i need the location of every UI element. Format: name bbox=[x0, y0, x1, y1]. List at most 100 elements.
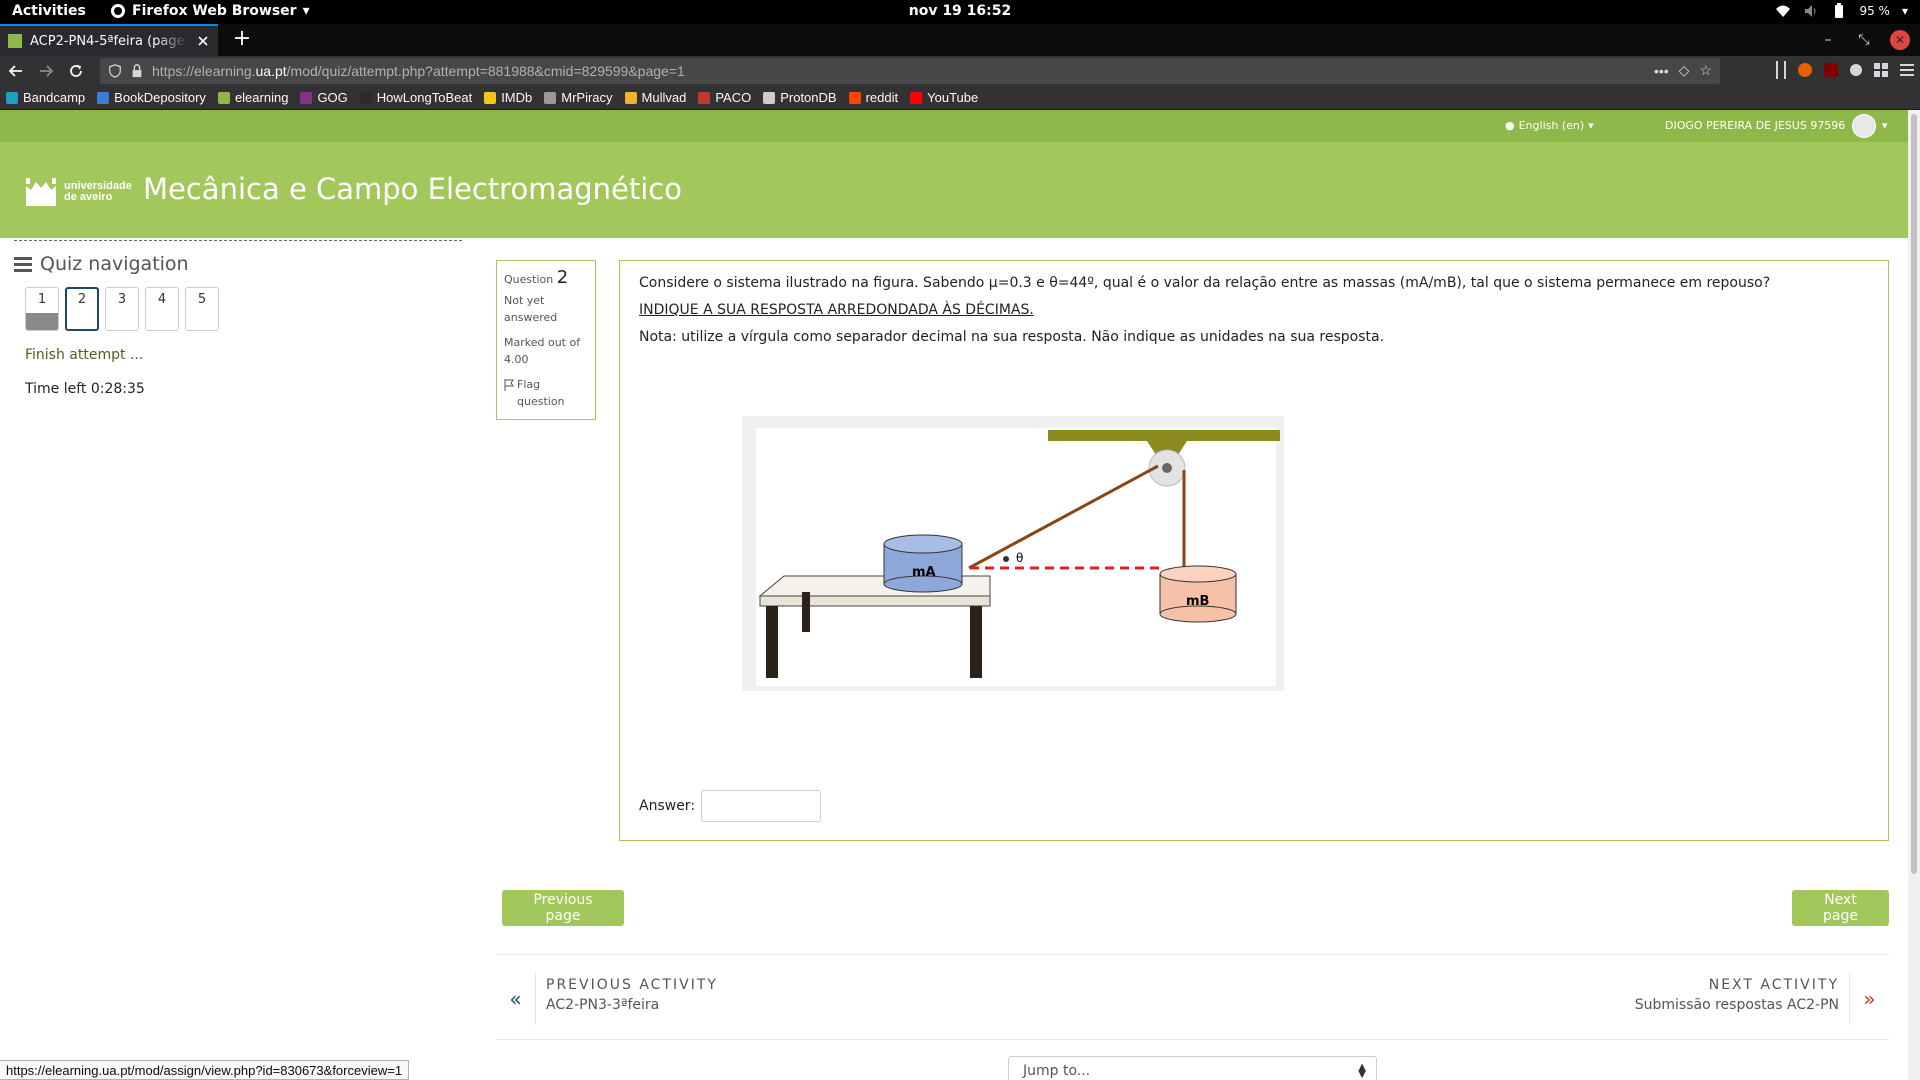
page-scrollbar[interactable] bbox=[1908, 110, 1920, 1080]
bookmark-item[interactable]: YouTube bbox=[910, 90, 978, 105]
question-number: 2 bbox=[556, 267, 569, 288]
scrollbar-thumb[interactable] bbox=[1911, 114, 1917, 874]
question-number: 3 bbox=[117, 292, 127, 307]
wifi-icon bbox=[1776, 5, 1791, 17]
elearning-favicon-icon bbox=[8, 34, 22, 48]
extensions-grid-icon[interactable] bbox=[1874, 63, 1888, 77]
bookmark-item[interactable]: ProtonDB bbox=[763, 90, 837, 105]
battery-icon bbox=[1835, 3, 1844, 18]
flag-label: Flag question bbox=[517, 378, 565, 408]
toolbar-extensions bbox=[1776, 61, 1914, 79]
bookmark-item[interactable]: IMDb bbox=[484, 90, 532, 105]
finish-attempt-link[interactable]: Finish attempt ... bbox=[25, 347, 462, 363]
extension-puzzle-icon[interactable] bbox=[1850, 64, 1862, 76]
bookmark-item[interactable]: Bandcamp bbox=[6, 90, 85, 105]
angle-label: θ bbox=[1016, 551, 1023, 565]
question-button-3[interactable]: 3 bbox=[105, 287, 139, 331]
site-topnav: ● English (en) ▾ DIOGO PEREIRA DE JESUS … bbox=[0, 110, 1908, 142]
bookmark-label: MrPiracy bbox=[561, 90, 613, 105]
window-close-icon[interactable]: ✕ bbox=[1890, 30, 1910, 50]
tab-strip: ACP2-PN4-5ªfeira (page 2 + – ⤡ ✕ bbox=[0, 24, 1920, 56]
question-content: Considere o sistema ilustrado na figura.… bbox=[619, 260, 1889, 841]
question-button-2[interactable]: 2 bbox=[65, 287, 99, 331]
bookmark-label: elearning bbox=[234, 90, 289, 105]
mullvad-icon bbox=[624, 91, 637, 104]
bookdepository-icon bbox=[97, 91, 110, 104]
status-link-preview: https://elearning.ua.pt/mod/assign/view.… bbox=[0, 1060, 410, 1080]
pocket-icon[interactable]: ◇ bbox=[1679, 62, 1690, 79]
question-button-4[interactable]: 4 bbox=[145, 287, 179, 331]
minimize-icon[interactable]: – bbox=[1818, 30, 1838, 50]
bookmark-star-icon[interactable]: ☆ bbox=[1699, 62, 1712, 79]
new-tab-button[interactable]: + bbox=[230, 28, 254, 52]
page-title: Mecânica e Campo Electromagnético bbox=[143, 172, 682, 206]
lock-icon bbox=[132, 64, 142, 78]
library-icon[interactable] bbox=[1776, 61, 1786, 79]
previous-activity-label: PREVIOUS ACTIVITY bbox=[546, 977, 718, 993]
restore-icon[interactable]: ⤡ bbox=[1854, 30, 1874, 50]
jump-to-select[interactable]: Jump to... ▲ ▼ bbox=[1008, 1056, 1377, 1080]
bookmark-item[interactable]: MrPiracy bbox=[544, 90, 613, 105]
firefox-icon bbox=[111, 4, 125, 18]
logo-line-2: de aveiro bbox=[64, 191, 113, 203]
angle-marker bbox=[1003, 556, 1009, 562]
question-number: 5 bbox=[197, 292, 207, 307]
extension-orange-icon[interactable] bbox=[1798, 63, 1812, 77]
bookmark-item[interactable]: Mullvad bbox=[624, 90, 686, 105]
question-number: 1 bbox=[37, 292, 47, 307]
language-label: English (en) bbox=[1518, 119, 1585, 132]
activities-button[interactable]: Activities bbox=[12, 3, 86, 19]
url-bar[interactable]: https://elearning.ua.pt/mod/quiz/attempt… bbox=[100, 58, 1720, 84]
bookmark-item[interactable]: HowLongToBeat bbox=[359, 90, 473, 105]
imdb-icon bbox=[484, 91, 497, 104]
chevron-down-icon[interactable]: ▾ bbox=[1882, 119, 1888, 132]
bookmark-item[interactable]: elearning bbox=[217, 90, 289, 105]
bookmark-item[interactable]: BookDepository bbox=[97, 90, 206, 105]
shield-icon bbox=[109, 64, 121, 78]
close-icon[interactable] bbox=[196, 34, 210, 48]
table-edge bbox=[759, 595, 991, 607]
bookmark-label: GOG bbox=[317, 90, 348, 105]
chevron-down-icon: ▾ bbox=[1588, 119, 1594, 132]
tab-active[interactable]: ACP2-PN4-5ªfeira (page 2 bbox=[0, 24, 218, 56]
app-name: Firefox Web Browser bbox=[132, 3, 297, 19]
question-button-5[interactable]: 5 bbox=[185, 287, 219, 331]
bookmark-item[interactable]: GOG bbox=[300, 90, 348, 105]
back-button[interactable] bbox=[2, 57, 30, 85]
select-arrows-icon: ▲ ▼ bbox=[1358, 1062, 1366, 1080]
page-actions-icon[interactable]: ••• bbox=[1654, 63, 1669, 79]
answer-input[interactable] bbox=[701, 790, 822, 822]
course-banner: universidade de aveiro Mecânica e Campo E… bbox=[0, 142, 1908, 238]
answer-row: Answer: bbox=[639, 790, 822, 822]
flag-question-button[interactable]: Flag question bbox=[504, 376, 588, 410]
navigation-toolbar: https://elearning.ua.pt/mod/quiz/attempt… bbox=[0, 56, 1920, 86]
quiz-nav-header: Quiz navigation bbox=[14, 253, 462, 275]
ublock-icon[interactable] bbox=[1824, 63, 1838, 77]
next-activity-link[interactable]: NEXT ACTIVITY Submissão respostas AC2-PN… bbox=[1625, 973, 1889, 1025]
forward-button[interactable] bbox=[32, 57, 60, 85]
question-number: 2 bbox=[77, 292, 87, 307]
system-tray[interactable]: 95 % ▾ bbox=[1775, 3, 1908, 19]
question-button-1[interactable]: 1 bbox=[25, 287, 59, 331]
university-logo[interactable]: universidade de aveiro bbox=[24, 174, 132, 210]
url-prefix: https://elearning. bbox=[152, 63, 256, 79]
bookmark-item[interactable]: PACO bbox=[698, 90, 751, 105]
answered-indicator bbox=[26, 313, 58, 330]
language-menu[interactable]: ● English (en) ▾ bbox=[1505, 119, 1594, 132]
user-menu[interactable]: DIOGO PEREIRA DE JESUS 97596 bbox=[1665, 119, 1845, 132]
mass-b-top bbox=[1159, 565, 1237, 583]
next-page-button[interactable]: Next page bbox=[1792, 890, 1889, 926]
paco-icon bbox=[698, 91, 711, 104]
reload-button[interactable] bbox=[62, 57, 90, 85]
quiz-nav-title: Quiz navigation bbox=[40, 253, 189, 275]
previous-activity-link[interactable]: « PREVIOUS ACTIVITY AC2-PN3-3ªfeira bbox=[496, 973, 728, 1025]
bookmark-label: HowLongToBeat bbox=[376, 90, 473, 105]
question-note: Nota: utilize a vírgula como separador d… bbox=[639, 329, 1385, 345]
hamburger-menu-icon[interactable] bbox=[1900, 64, 1914, 76]
gog-icon bbox=[300, 91, 313, 104]
question-info: Question 2 Not yet answered Marked out o… bbox=[496, 260, 596, 420]
bookmark-item[interactable]: reddit bbox=[848, 90, 898, 105]
app-menu[interactable]: Firefox Web Browser ▾ bbox=[110, 3, 310, 19]
previous-page-button[interactable]: Previous page bbox=[502, 890, 624, 926]
avatar[interactable] bbox=[1852, 114, 1876, 138]
